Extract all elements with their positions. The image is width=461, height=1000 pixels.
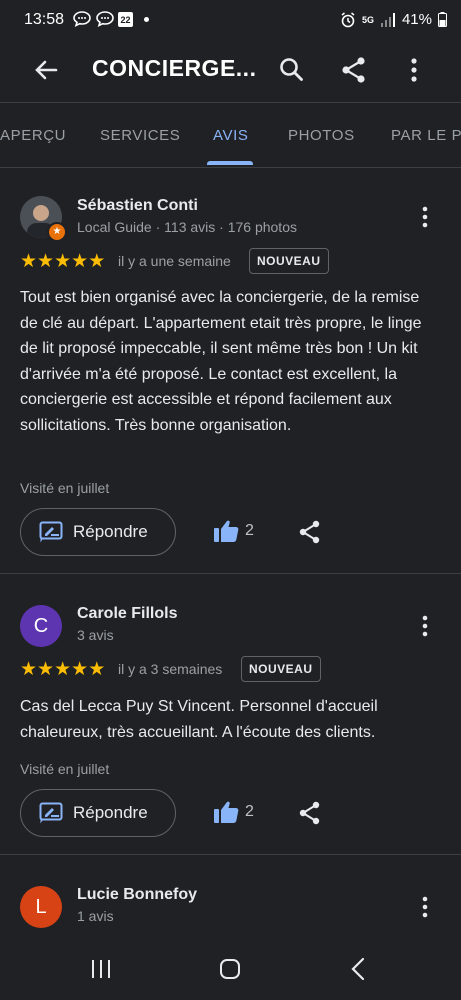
review-date: il y a 3 semaines	[118, 661, 223, 677]
review-text: Cas del Lecca Puy St Vincent. Personnel …	[20, 698, 378, 741]
share-icon[interactable]	[338, 54, 370, 86]
star-icon: ★	[88, 659, 106, 680]
tab-services[interactable]: SERVICES	[100, 127, 180, 144]
tab-bar: APERÇU SERVICES AVIS PHOTOS PAR LE PR	[0, 102, 461, 168]
star-icon: ★	[54, 251, 72, 272]
dot-icon	[144, 16, 149, 22]
back-icon[interactable]	[346, 956, 372, 982]
new-badge: NOUVEAU	[241, 656, 321, 682]
tab-avis[interactable]: AVIS	[213, 127, 248, 144]
avatar-initial: L	[35, 896, 47, 918]
app-bar: CONCIERGE...	[0, 40, 461, 102]
star-icon: ★	[37, 659, 55, 680]
reply-edit-icon	[39, 521, 63, 543]
like-button[interactable]: 2	[213, 798, 263, 828]
like-count: 2	[245, 522, 254, 539]
tab-indicator	[207, 161, 253, 165]
recent-apps-icon[interactable]	[88, 956, 114, 982]
new-badge: NOUVEAU	[249, 248, 329, 274]
more-vert-icon[interactable]	[413, 614, 437, 638]
visit-date: Visité en juillet	[20, 480, 110, 496]
like-count: 2	[245, 803, 254, 820]
reply-button[interactable]: Répondre	[20, 789, 176, 837]
reply-edit-icon	[39, 802, 63, 824]
network-label: 5G	[361, 14, 374, 25]
review-card: L Lucie Bonnefoy 1 avis	[0, 855, 461, 938]
home-icon[interactable]	[217, 956, 243, 982]
signal-icon	[380, 12, 395, 27]
reply-label: Répondre	[73, 803, 148, 822]
status-time: 13:58	[24, 11, 65, 28]
tab-photos[interactable]: PHOTOS	[288, 127, 355, 144]
thumbs-up-icon	[214, 801, 239, 823]
thumbs-up-icon	[214, 520, 239, 542]
status-bar: 13:58 22 5G 41%	[0, 0, 461, 40]
avatar-initial: C	[33, 615, 49, 637]
review-text: Tout est bien organisé avec la concierge…	[20, 289, 422, 434]
review-author[interactable]: Sébastien Conti	[77, 197, 198, 215]
share-icon[interactable]	[297, 519, 323, 545]
tab-apercu[interactable]: APERÇU	[0, 127, 66, 144]
more-vert-icon[interactable]	[398, 54, 430, 86]
review-author[interactable]: Carole Fillols	[77, 605, 177, 623]
star-icon: ★	[71, 251, 89, 272]
chat-bubble-icon	[96, 11, 114, 28]
local-guide-badge-icon: ★	[47, 222, 67, 242]
chat-bubble-icon	[73, 11, 91, 28]
review-card: ★ Sébastien Conti Local Guide · 113 avis…	[0, 167, 461, 574]
avatar[interactable]: L	[20, 886, 62, 928]
system-status: 5G 41%	[340, 11, 447, 28]
review-date: il y a une semaine	[118, 253, 231, 269]
star-icon: ★	[88, 251, 106, 272]
share-icon[interactable]	[297, 800, 323, 826]
battery-level: 41%	[401, 11, 432, 28]
star-rating: ★ ★ ★ ★ ★	[20, 660, 105, 679]
more-vert-icon[interactable]	[413, 895, 437, 919]
star-icon: ★	[54, 659, 72, 680]
review-author-meta: Local Guide · 113 avis · 176 photos	[77, 219, 297, 235]
review-author[interactable]: Lucie Bonnefoy	[77, 886, 197, 904]
avatar[interactable]: C	[20, 605, 62, 647]
review-card: C Carole Fillols 3 avis ★ ★ ★ ★ ★ il y a 3 s…	[0, 574, 461, 855]
star-icon: ★	[37, 251, 55, 272]
page-title: CONCIERGE...	[92, 55, 257, 81]
star-rating: ★ ★ ★ ★ ★	[20, 252, 105, 271]
star-icon: ★	[20, 659, 38, 680]
review-author-meta: 3 avis	[77, 627, 114, 643]
alarm-icon	[341, 11, 355, 27]
like-button[interactable]: 2	[213, 517, 263, 547]
back-arrow-icon[interactable]	[30, 54, 62, 86]
calendar-icon: 22	[118, 11, 133, 27]
avatar[interactable]: ★	[20, 196, 67, 242]
reply-label: Répondre	[73, 522, 148, 541]
more-vert-icon[interactable]	[413, 205, 437, 229]
review-author-meta: 1 avis	[77, 908, 114, 924]
star-icon: ★	[71, 659, 89, 680]
tab-par-le-proprietaire[interactable]: PAR LE PR	[391, 127, 461, 144]
system-nav-bar	[0, 938, 461, 1000]
search-icon[interactable]	[276, 54, 308, 86]
star-icon: ★	[20, 251, 38, 272]
notification-icons: 22	[72, 10, 149, 28]
visit-date: Visité en juillet	[20, 761, 110, 777]
reply-button[interactable]: Répondre	[20, 508, 176, 556]
battery-icon	[438, 12, 447, 27]
